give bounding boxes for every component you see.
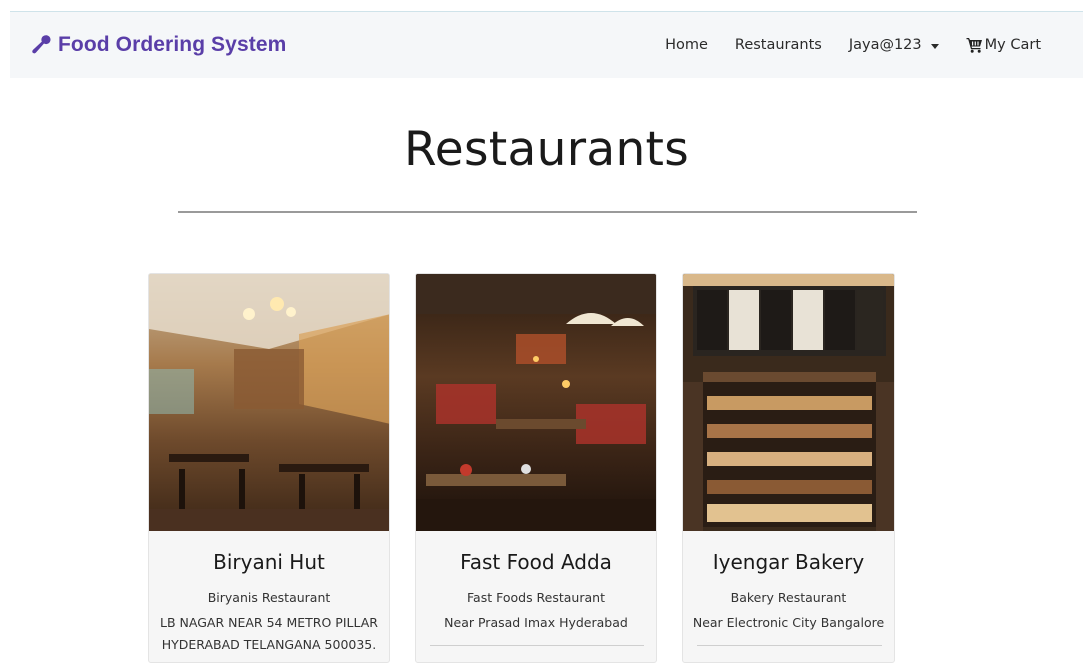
page-title: Restaurants [403,122,690,177]
restaurant-card-biryani-hut[interactable]: Biryani Hut Biryanis Restaurant LB NAGAR… [148,273,390,663]
wrench-icon [32,34,52,56]
restaurant-name[interactable]: Iyengar Bakery [683,550,894,574]
restaurant-card-fast-food-adda[interactable]: Fast Food Adda Fast Foods Restaurant Nea… [415,273,657,663]
restaurant-address: Near Electronic City Bangalore [683,612,894,634]
address-line: HYDERABAD TELANGANA 500035. [161,637,377,652]
restaurant-type: Bakery Restaurant [730,590,847,605]
user-dropdown[interactable]: Jaya@123 [849,37,939,53]
restaurant-type: Fast Foods Restaurant [467,590,605,605]
brand-link[interactable]: Food Ordering System [32,12,286,78]
restaurant-address: LB NAGAR NEAR 54 METRO PILLAR HYDERABAD … [149,612,389,656]
card-divider [430,645,644,646]
restaurant-image[interactable] [683,274,894,531]
restaurant-address: Near Prasad Imax Hyderabad [416,612,656,634]
user-name: Jaya@123 [848,37,922,53]
restaurant-name[interactable]: Fast Food Adda [416,550,656,574]
restaurant-image[interactable] [149,274,389,531]
card-divider [697,645,882,646]
navbar: Food Ordering System Home Restaurants Ja… [10,12,1083,78]
restaurant-image[interactable] [416,274,656,531]
restaurant-card-iyengar-bakery[interactable]: Iyengar Bakery Bakery Restaurant Near El… [682,273,895,663]
nav-cart[interactable]: My Cart [966,37,1041,53]
cart-label: My Cart [984,37,1041,53]
address-line: LB NAGAR NEAR 54 METRO PILLAR [160,615,378,630]
restaurant-name[interactable]: Biryani Hut [149,550,389,574]
nav-menu: Home Restaurants Jaya@123 My Cart [665,12,1041,78]
restaurant-type: Biryanis Restaurant [207,590,331,605]
title-divider [178,211,917,213]
address-line: Near Prasad Imax Hyderabad [444,615,628,630]
address-line: Near Electronic City Bangalore [692,615,885,630]
cart-icon [966,37,983,53]
nav-restaurants[interactable]: Restaurants [735,37,822,53]
caret-down-icon [930,43,939,49]
nav-home[interactable]: Home [665,37,708,53]
brand-title: Food Ordering System [58,33,287,56]
